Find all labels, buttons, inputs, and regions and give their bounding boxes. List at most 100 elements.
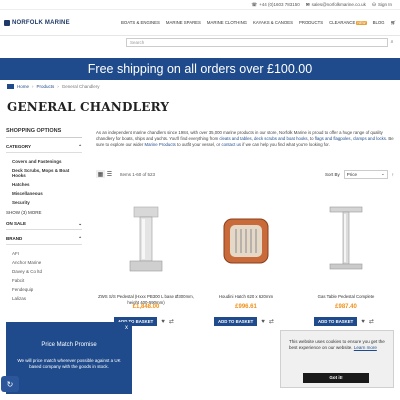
site-logo[interactable]: NORFOLK MARINE — [4, 19, 115, 26]
nav-marine-clothing[interactable]: MARINE CLOTHING — [207, 20, 247, 25]
signin-text: Sign In — [377, 2, 392, 7]
facet-brand[interactable]: BRAND ⌃ — [6, 236, 82, 245]
product-actions: ADD TO BASKET ♥ ⇄ — [214, 317, 274, 326]
category-list: Covers and Fastenings Deck Scrubs, Mops … — [6, 157, 82, 207]
search-row: Search ⌕ — [0, 36, 400, 48]
basket-icon[interactable]: 🛒︎ — [391, 20, 396, 26]
chat-widget-icon[interactable]: ↻ — [1, 376, 19, 392]
intro-link[interactable]: flags and flagpoles — [315, 136, 351, 141]
category-item[interactable]: Security — [6, 198, 82, 207]
chevron-down-icon: ⌄ — [380, 171, 385, 176]
chevron-up-icon: ⌃ — [78, 144, 82, 149]
facet-category[interactable]: CATEGORY ⌃ — [6, 144, 82, 153]
breadcrumb-products[interactable]: Products — [37, 84, 55, 89]
breadcrumb-separator: › — [32, 84, 34, 89]
product-image[interactable] — [116, 200, 176, 282]
intro-text: , — [350, 136, 352, 141]
category-item[interactable]: Covers and Fastenings — [6, 157, 82, 166]
table-pedestal-image — [329, 206, 363, 270]
product-image[interactable] — [316, 200, 376, 282]
nav-blog[interactable]: BLOG — [373, 20, 385, 25]
product-grid: ZWS S/S Pedestal (Hxxx PB300 L base Ø300… — [96, 188, 396, 332]
add-to-basket-button[interactable]: ADD TO BASKET — [214, 317, 258, 326]
hatch-image — [223, 218, 269, 264]
intro-link[interactable]: clamps and locks — [353, 136, 386, 141]
brand-item[interactable]: Fabcit — [6, 276, 82, 285]
intro-link[interactable]: cleats and tables — [219, 136, 251, 141]
nav-clearance[interactable]: CLEARANCE NEW — [329, 20, 367, 25]
site-header: NORFOLK MARINE BOATS & ENGINES MARINE SP… — [0, 10, 400, 36]
chevron-up-icon: ⌃ — [78, 236, 82, 241]
phone-icon: ☏ — [251, 1, 258, 7]
sort-select[interactable]: Price ⌄ — [343, 169, 388, 179]
price-match-body: We will price match wherever possible ag… — [17, 358, 121, 369]
nav-products[interactable]: PRODUCTS — [299, 20, 323, 25]
nav-marine-spares[interactable]: MARINE SPARES — [166, 20, 201, 25]
search-input[interactable]: Search — [126, 37, 388, 47]
product-price: £1,848.00 — [132, 304, 160, 310]
nav-kayaks-canoes[interactable]: KAYAKS & CANOES — [253, 20, 293, 25]
phone-link[interactable]: ☏ +44 (0)1603 783150 — [252, 2, 300, 8]
brand-item[interactable]: AFI — [6, 249, 82, 258]
compare-icon[interactable]: ⇄ — [169, 318, 174, 325]
brand-item[interactable]: Anchor Marine — [6, 258, 82, 267]
home-icon[interactable] — [7, 84, 14, 89]
breadcrumb-current: General Chandlery — [61, 84, 100, 89]
price-match-title: Price Match Promise — [41, 342, 97, 348]
compare-icon[interactable]: ⇄ — [269, 318, 274, 325]
facet-category-label: CATEGORY — [6, 144, 32, 149]
wishlist-icon[interactable]: ♥ — [161, 319, 165, 325]
product-image[interactable] — [216, 200, 276, 282]
product-price: £996.61 — [235, 304, 257, 310]
list-view-icon[interactable]: ☰ — [105, 170, 114, 178]
search-icon[interactable]: ⌕ — [388, 38, 396, 47]
add-to-basket-button[interactable]: ADD TO BASKET — [314, 317, 358, 326]
intro-link[interactable]: contact us — [221, 142, 241, 147]
category-item[interactable]: Miscellaneous — [6, 189, 82, 198]
sort-by-label: Sort By — [324, 171, 340, 177]
nav-clearance-label: CLEARANCE — [329, 20, 356, 25]
product-card[interactable]: Gas Table Pedestal Complete £987.40 ADD … — [296, 188, 396, 332]
product-name[interactable]: Gas Table Pedestal Complete — [298, 294, 394, 300]
cookie-accept-button[interactable]: Got it! — [303, 373, 369, 383]
product-card[interactable]: Houdini Hatch 620 x 620mm £996.61 ADD TO… — [196, 188, 296, 332]
top-bar: ☏ +44 (0)1603 783150 ✉ sales@norfolkmarine… — [0, 0, 400, 10]
logo-text: NORFOLK MARINE — [12, 19, 70, 26]
breadcrumb-home[interactable]: Home — [17, 84, 29, 89]
nav-boats-engines[interactable]: BOATS & ENGINES — [121, 20, 160, 25]
category-item[interactable]: Hatches — [6, 180, 82, 189]
facet-on-sale[interactable]: ON SALE ⌄ — [6, 221, 82, 230]
brand-item[interactable]: Lalizas — [6, 294, 82, 303]
brand-item[interactable]: Fendequip — [6, 285, 82, 294]
category-item[interactable]: Deck Scrubs, Mops & Boat Hooks — [6, 166, 82, 180]
signin-link[interactable]: ⚇ Sign In — [372, 2, 392, 8]
pedestal-image — [129, 206, 163, 272]
intro-text: , — [251, 136, 253, 141]
user-icon: ⚇ — [371, 1, 376, 7]
product-card[interactable]: ZWS S/S Pedestal (Hxxx PB300 L base Ø300… — [96, 188, 196, 332]
chevron-down-icon: ⌄ — [78, 221, 82, 226]
learn-more-link[interactable]: Learn more — [354, 345, 377, 350]
product-actions: ADD TO BASKET ♥ ⇄ — [314, 317, 374, 326]
sort-direction-icon[interactable]: ↑ — [392, 172, 394, 177]
intro-text: if we can help you find what you're look… — [242, 142, 330, 147]
email-link[interactable]: ✉ sales@norfolkmarine.co.uk — [306, 2, 366, 8]
price-match-popup: x Price Match Promise We will price matc… — [6, 322, 132, 394]
facet-brand-label: BRAND — [6, 236, 23, 241]
intro-link[interactable]: deck scrubs and boat hooks — [254, 136, 308, 141]
product-name[interactable]: Houdini Hatch 620 x 620mm — [198, 294, 294, 300]
page: ☏ +44 (0)1603 783150 ✉ sales@norfolkmarine… — [0, 0, 400, 400]
wishlist-icon[interactable]: ♥ — [361, 319, 365, 325]
show-more-link[interactable]: SHOW (3) MORE — [6, 210, 82, 215]
facet-on-sale-label: ON SALE — [6, 221, 27, 226]
page-title: GENERAL CHANDLERY — [7, 100, 170, 114]
wishlist-icon[interactable]: ♥ — [261, 319, 265, 325]
compare-icon[interactable]: ⇄ — [369, 318, 374, 325]
item-count: Items 1-60 of 523 — [120, 171, 156, 177]
intro-link[interactable]: Marine Products — [145, 142, 176, 147]
close-icon[interactable]: x — [125, 325, 128, 331]
brand-item[interactable]: Davey & Co ltd — [6, 267, 82, 276]
grid-view-icon[interactable]: ▦ — [96, 170, 105, 178]
breadcrumb: Home › Products › General Chandlery — [7, 84, 100, 89]
mail-icon: ✉ — [305, 1, 310, 7]
